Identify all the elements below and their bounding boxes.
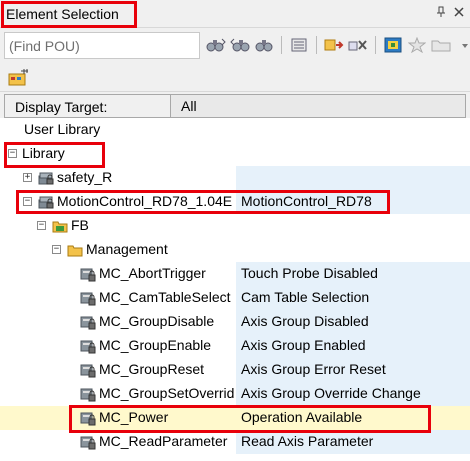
motion-control-highlight-box <box>16 190 390 214</box>
dropdown-icon[interactable] <box>455 36 470 54</box>
star-icon[interactable] <box>407 36 427 54</box>
tree-row-fb-item[interactable]: MC_GroupSetOverride Axis Group Override … <box>0 382 470 406</box>
secondary-toolbar <box>0 64 470 92</box>
close-icon[interactable] <box>454 6 464 21</box>
user-library-label: User Library <box>24 121 101 137</box>
fb-item-description: Cam Table Selection <box>241 289 370 305</box>
remove-icon[interactable] <box>348 36 368 54</box>
tree-row-fb[interactable]: − FB <box>0 214 470 238</box>
description-column-bg <box>236 166 470 190</box>
fb-item-name: MC_AbortTrigger <box>99 265 206 281</box>
list-icon[interactable] <box>289 36 309 54</box>
fb-item-name: MC_ReadParameter <box>99 433 228 449</box>
title-highlight-box <box>1 1 137 28</box>
fb-item-description: Axis Group Enabled <box>241 337 366 353</box>
management-label: Management <box>86 241 168 257</box>
fb-item-description: Axis Group Disabled <box>241 313 369 329</box>
display-target-label-box: Display Target: <box>4 94 174 118</box>
tree-row-fb-item[interactable]: MC_GroupReset Axis Group Error Reset <box>0 358 470 382</box>
mc-power-highlight-box <box>69 405 431 433</box>
folder-icon <box>67 242 83 258</box>
tree-row-user-library[interactable]: User Library <box>0 118 470 142</box>
fb-item-name: MC_GroupSetOverride <box>99 385 235 401</box>
toolbar-separator <box>281 36 282 54</box>
element-tree: User Library − Library + safety_R − Moti… <box>0 118 470 461</box>
fb-item-name: MC_GroupReset <box>99 361 205 377</box>
add-to-watch-icon[interactable] <box>324 36 344 54</box>
display-target-value: All <box>181 98 197 114</box>
tree-row-fb-item[interactable]: MC_GroupEnable Axis Group Enabled <box>0 334 470 358</box>
fb-item-description: Read Axis Parameter <box>241 433 374 449</box>
locked-fb-icon <box>80 266 96 282</box>
find-prev-icon[interactable] <box>230 36 250 54</box>
locked-fb-icon <box>80 314 96 330</box>
safety-library-label: safety_R <box>57 169 113 185</box>
binoculars-icon[interactable] <box>254 36 274 54</box>
locked-fb-icon <box>80 386 96 402</box>
cpu-icon[interactable] <box>383 36 403 54</box>
fb-item-name: MC_GroupEnable <box>99 337 212 353</box>
fb-label: FB <box>71 217 89 233</box>
display-target-row: Display Target: All <box>0 92 470 118</box>
title-bar: Element Selection <box>0 0 470 28</box>
tree-row-fb-item[interactable]: MC_AbortTrigger Touch Probe Disabled <box>0 262 470 286</box>
collapse-icon[interactable]: − <box>52 245 61 254</box>
locked-fb-icon <box>80 290 96 306</box>
tree-row-management[interactable]: − Management <box>0 238 470 262</box>
locked-fb-icon <box>80 362 96 378</box>
display-target-select[interactable]: All <box>170 94 466 118</box>
find-pou-input[interactable] <box>4 32 200 59</box>
fb-item-description: Touch Probe Disabled <box>241 265 378 281</box>
toolbar-icons <box>206 36 470 54</box>
tree-row-safety[interactable]: + safety_R <box>0 166 470 190</box>
library-tree-icon[interactable] <box>8 68 30 86</box>
locked-fb-icon <box>80 338 96 354</box>
tree-row-fb-item[interactable]: MC_GroupDisable Axis Group Disabled <box>0 310 470 334</box>
locked-fb-icon <box>80 434 96 450</box>
toolbar-separator <box>316 36 317 54</box>
find-next-icon[interactable] <box>206 36 226 54</box>
collapse-icon[interactable]: − <box>37 221 46 230</box>
fb-item-name: MC_CamTableSelect <box>99 289 231 305</box>
toolbar-separator <box>375 36 376 54</box>
fb-item-name: MC_GroupDisable <box>99 313 215 329</box>
fb-item-description: Axis Group Override Change <box>241 385 421 401</box>
folder-icon[interactable] <box>431 36 451 54</box>
expand-icon[interactable]: + <box>23 173 32 182</box>
fb-item-description: Axis Group Error Reset <box>241 361 386 377</box>
display-target-label: Display Target: <box>15 99 108 115</box>
search-toolbar <box>0 28 470 64</box>
tree-row-fb-item[interactable]: MC_ReadParameter Read Axis Parameter <box>0 430 470 454</box>
tree-row-fb-item[interactable]: MC_CamTableSelect Cam Table Selection <box>0 286 470 310</box>
fb-folder-icon <box>52 218 68 234</box>
locked-library-icon <box>38 170 54 186</box>
library-highlight-box <box>4 142 105 168</box>
pin-icon[interactable] <box>436 6 446 21</box>
title-controls <box>436 6 464 21</box>
